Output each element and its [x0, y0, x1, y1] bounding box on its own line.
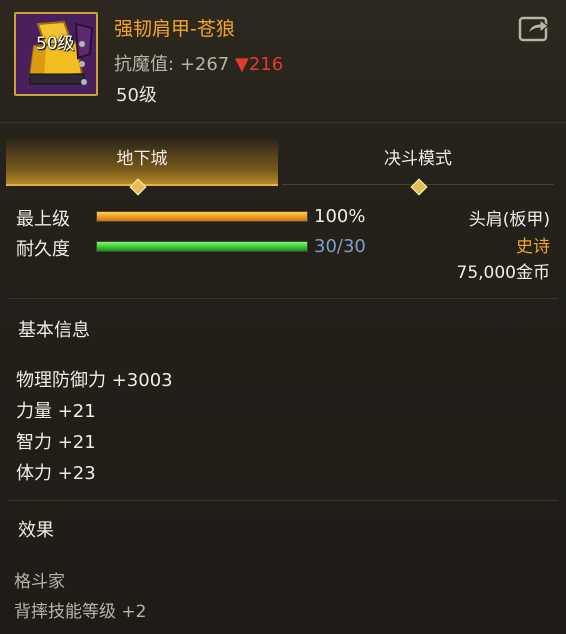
- durability-bar: [96, 241, 308, 252]
- effect-line: 背摔技能等级 +2: [14, 602, 147, 622]
- durability-label: 耐久度: [16, 239, 70, 260]
- durability-bar-fill: [97, 242, 307, 251]
- attribute-line: 物理防御力 +3003: [16, 370, 173, 391]
- share-arrow-icon: [518, 16, 549, 42]
- share-button[interactable]: [518, 14, 550, 42]
- item-icon: 50级: [14, 12, 98, 96]
- required-level: 50级: [116, 85, 157, 106]
- tab-dungeon[interactable]: 地下城: [6, 138, 278, 186]
- effects-title: 效果: [18, 520, 54, 541]
- attribute-line: 智力 +21: [16, 432, 96, 453]
- grade-bar-fill: [97, 212, 307, 221]
- stat-value: +267: [179, 54, 230, 75]
- sell-price: 75,000金币: [456, 263, 550, 283]
- attribute-line: 力量 +21: [16, 401, 96, 422]
- rarity-label: 史诗: [516, 237, 550, 257]
- grade-value: 100%: [314, 206, 366, 227]
- attribute-line: 体力 +23: [16, 463, 96, 484]
- item-tooltip-panel: 50级 强韧肩甲-苍狼 抗魔值: +267 ▼216 50级 地下城 决斗模式 …: [0, 0, 566, 634]
- effect-line: 格斗家: [14, 572, 65, 592]
- divider: [8, 500, 558, 501]
- stat-change: 216: [248, 54, 284, 75]
- grade-label: 最上级: [16, 209, 70, 230]
- icon-level-label: 50级: [36, 34, 75, 54]
- stat-label: 抗魔值:: [114, 54, 175, 75]
- item-header: 50级 强韧肩甲-苍狼 抗魔值: +267 ▼216 50级: [0, 0, 566, 123]
- grade-bar: [96, 211, 308, 222]
- magic-resist-stat: 抗魔值: +267 ▼216: [114, 50, 283, 76]
- divider: [8, 298, 558, 299]
- basic-info-title: 基本信息: [18, 320, 90, 341]
- shoulder-armor-icon: [16, 14, 96, 94]
- equipment-slot: 头肩(板甲): [468, 210, 550, 230]
- durability-value: 30/30: [314, 236, 366, 257]
- item-name: 强韧肩甲-苍狼: [114, 18, 235, 40]
- stat-decrease-arrow-icon: ▼: [235, 54, 249, 75]
- mode-tabs: 地下城 决斗模式: [6, 138, 554, 186]
